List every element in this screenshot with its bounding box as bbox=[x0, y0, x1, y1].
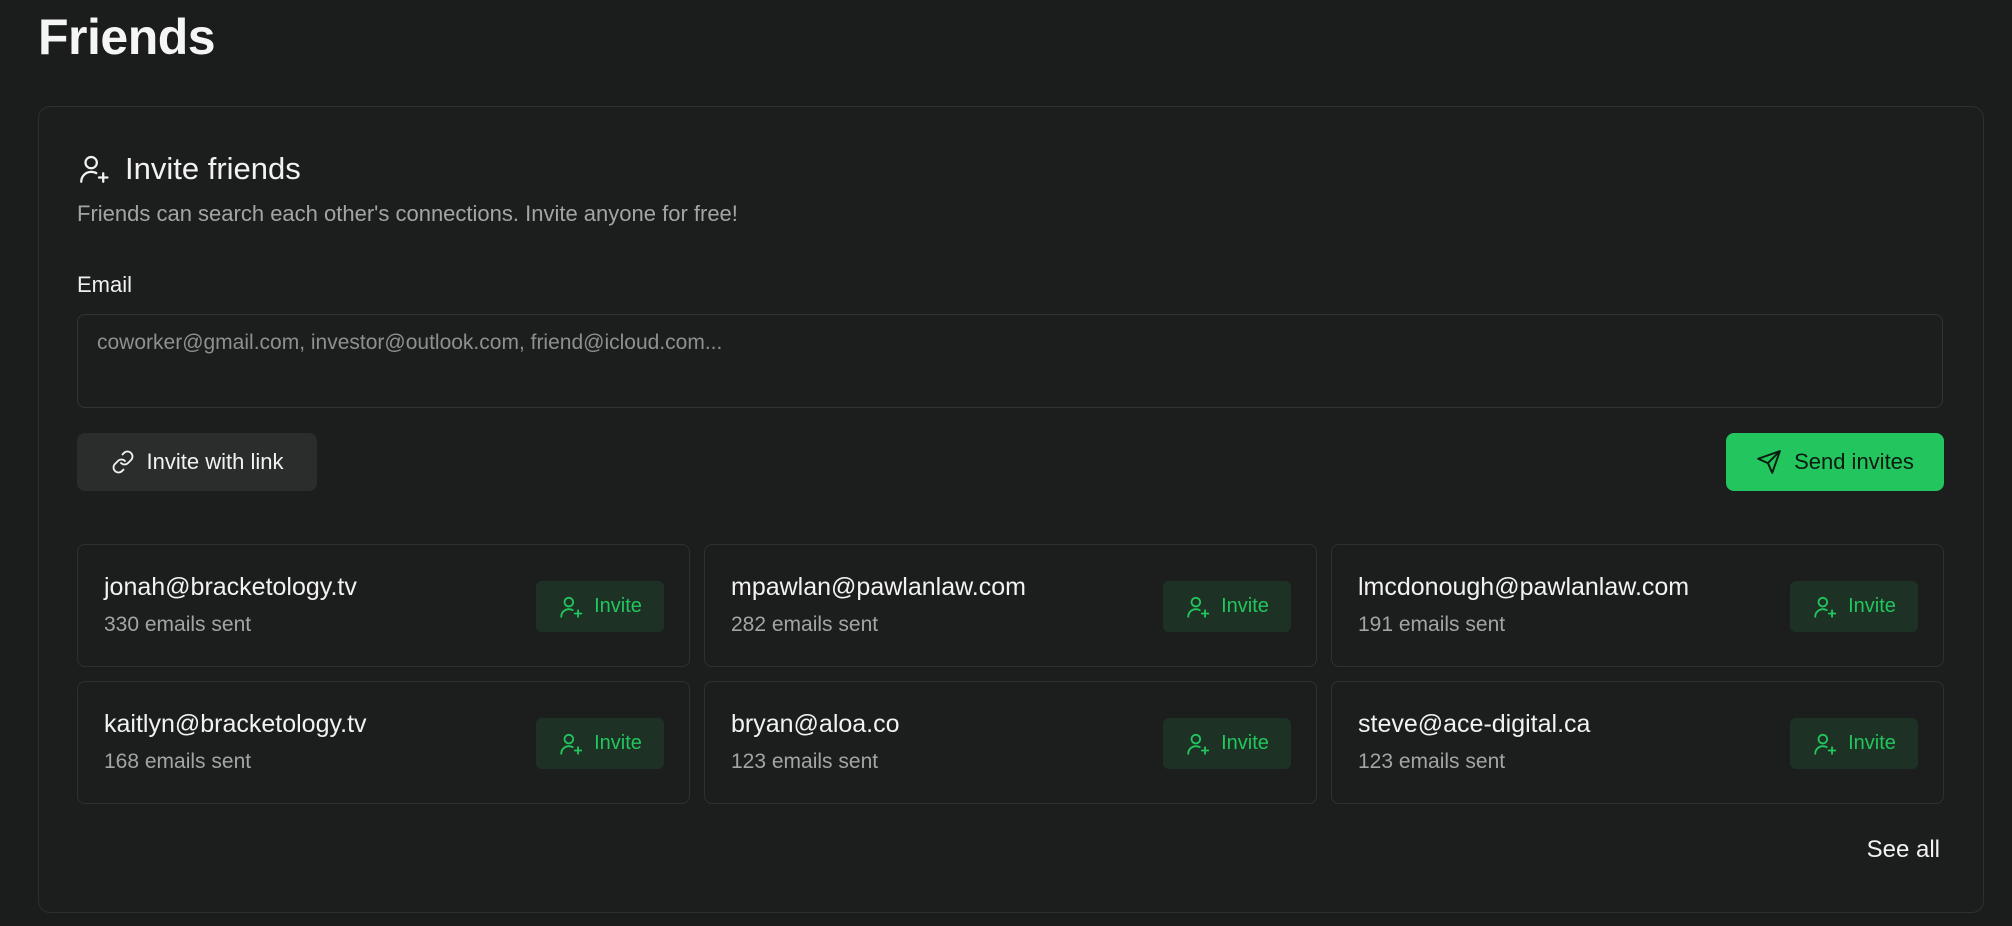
friend-email: steve@ace-digital.ca bbox=[1358, 710, 1591, 738]
invite-friends-card: Invite friends Friends can search each o… bbox=[38, 106, 1984, 913]
emails-sent-count: 123 emails sent bbox=[731, 750, 879, 773]
see-all-link[interactable]: See all bbox=[1867, 836, 1940, 864]
send-invites-label: Send invites bbox=[1794, 449, 1914, 474]
invite-friend-button[interactable]: Invite bbox=[1163, 718, 1291, 769]
emails-sent-count: 123 emails sent bbox=[1358, 750, 1506, 773]
friend-email: kaitlyn@bracketology.tv bbox=[104, 710, 367, 738]
emails-sent-count: 168 emails sent bbox=[104, 750, 252, 773]
user-plus-icon bbox=[558, 731, 584, 757]
page-title: Friends bbox=[38, 9, 216, 65]
card-title: Invite friends bbox=[125, 151, 301, 186]
link-icon bbox=[111, 450, 135, 474]
email-input[interactable] bbox=[77, 314, 1943, 408]
invite-label: Invite bbox=[1848, 595, 1896, 617]
invite-friend-button[interactable]: Invite bbox=[536, 718, 664, 769]
friend-card: kaitlyn@bracketology.tv 168 emails sent … bbox=[77, 681, 690, 804]
invite-friend-button[interactable]: Invite bbox=[536, 581, 664, 632]
emails-sent-count: 330 emails sent bbox=[104, 613, 252, 636]
send-icon bbox=[1756, 449, 1782, 475]
email-label: Email bbox=[77, 272, 133, 297]
invite-with-link-label: Invite with link bbox=[146, 449, 284, 474]
user-plus-icon bbox=[77, 152, 111, 186]
invite-label: Invite bbox=[1221, 595, 1269, 617]
friend-card: steve@ace-digital.ca 123 emails sent Inv… bbox=[1331, 681, 1944, 804]
user-plus-icon bbox=[1185, 594, 1211, 620]
invite-label: Invite bbox=[1848, 732, 1896, 754]
invite-friend-button[interactable]: Invite bbox=[1790, 718, 1918, 769]
emails-sent-count: 191 emails sent bbox=[1358, 613, 1506, 636]
invite-friend-button[interactable]: Invite bbox=[1163, 581, 1291, 632]
invite-label: Invite bbox=[594, 732, 642, 754]
invite-friend-button[interactable]: Invite bbox=[1790, 581, 1918, 632]
card-header: Invite friends bbox=[77, 151, 301, 187]
friends-grid: jonah@bracketology.tv 330 emails sent In… bbox=[77, 544, 1944, 804]
emails-sent-count: 282 emails sent bbox=[731, 613, 879, 636]
invite-label: Invite bbox=[594, 595, 642, 617]
card-subtitle: Friends can search each other's connecti… bbox=[77, 201, 738, 226]
friend-email: jonah@bracketology.tv bbox=[104, 573, 357, 601]
friend-card: mpawlan@pawlanlaw.com 282 emails sent In… bbox=[704, 544, 1317, 667]
send-invites-button[interactable]: Send invites bbox=[1726, 433, 1944, 491]
friend-card: bryan@aloa.co 123 emails sent Invite bbox=[704, 681, 1317, 804]
user-plus-icon bbox=[1812, 731, 1838, 757]
friend-email: bryan@aloa.co bbox=[731, 710, 900, 738]
friends-page: Friends Invite friends Friends can searc… bbox=[0, 0, 2012, 926]
friend-card: lmcdonough@pawlanlaw.com 191 emails sent… bbox=[1331, 544, 1944, 667]
friend-card: jonah@bracketology.tv 330 emails sent In… bbox=[77, 544, 690, 667]
friend-email: lmcdonough@pawlanlaw.com bbox=[1358, 573, 1690, 601]
user-plus-icon bbox=[1812, 594, 1838, 620]
user-plus-icon bbox=[1185, 731, 1211, 757]
user-plus-icon bbox=[558, 594, 584, 620]
invite-with-link-button[interactable]: Invite with link bbox=[77, 433, 317, 491]
friend-email: mpawlan@pawlanlaw.com bbox=[731, 573, 1026, 601]
invite-label: Invite bbox=[1221, 732, 1269, 754]
